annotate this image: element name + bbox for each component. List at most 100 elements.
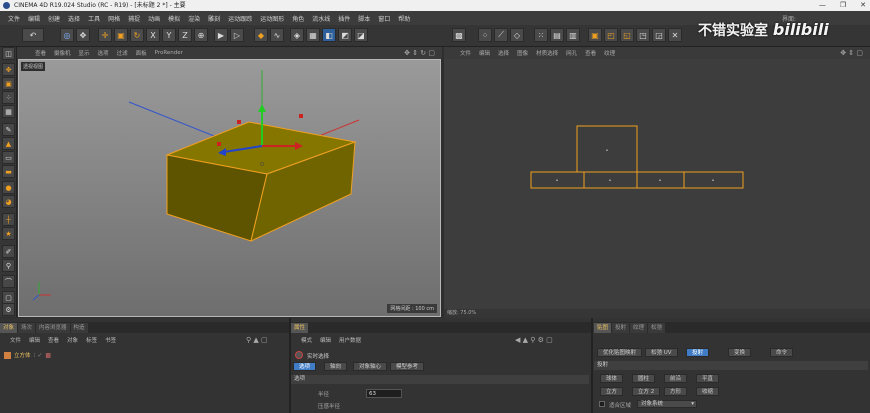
cubic2-projection-button[interactable]: 立方 2 xyxy=(632,387,661,396)
attributes-nav-icons[interactable]: ◀ ▲ ⚲ ⚙ ▢ xyxy=(515,336,553,344)
menu-sculpt[interactable]: 雕刻 xyxy=(204,14,224,23)
edges-mode-icon[interactable]: ⟋ xyxy=(494,28,508,42)
attributes-menu-edit[interactable]: 编辑 xyxy=(316,336,335,344)
menu-simulate[interactable]: 模拟 xyxy=(164,14,184,23)
tab-content-browser[interactable]: 内容浏览器 xyxy=(36,323,70,333)
array-icon[interactable]: ▦ xyxy=(306,28,320,42)
box-projection-button[interactable]: 方形 xyxy=(664,387,688,396)
viewport-menu-display[interactable]: 显示 xyxy=(75,49,94,57)
cube-create-icon[interactable]: ◆ xyxy=(254,28,268,42)
object-row-cube[interactable]: 立方体 ⁝ ✓ ▩ xyxy=(4,351,51,359)
drop-icon[interactable]: ● xyxy=(2,181,15,194)
magnet-icon[interactable]: ⚲ xyxy=(2,259,15,272)
polygon-mode-icon[interactable]: ◧ xyxy=(322,28,336,42)
tab-structure[interactable]: 构造 xyxy=(70,323,88,333)
undo-icon[interactable]: ↶ xyxy=(22,28,44,42)
texture-mode-icon[interactable]: ✥ xyxy=(2,63,15,76)
edit-points-icon[interactable]: ⁘ xyxy=(2,91,15,104)
menu-character[interactable]: 角色 xyxy=(288,14,308,23)
subtab-options[interactable]: 选项 xyxy=(293,362,317,371)
render-picture-viewer-icon[interactable]: ▷ xyxy=(230,28,244,42)
menu-tools[interactable]: 工具 xyxy=(84,14,104,23)
nurbs-icon[interactable]: ◈ xyxy=(290,28,304,42)
objects-menu-bookmarks[interactable]: 书签 xyxy=(101,336,120,344)
x-axis-icon[interactable]: X xyxy=(146,28,160,42)
checker-icon[interactable]: ▩ xyxy=(452,28,466,42)
uv-texture-icon[interactable]: ▥ xyxy=(566,28,580,42)
brush-icon[interactable]: ✎ xyxy=(2,123,15,136)
tab-uv-relax[interactable]: 松弛 xyxy=(648,323,666,333)
deformer-icon[interactable]: ◩ xyxy=(338,28,352,42)
coordinate-system-icon[interactable]: ⊕ xyxy=(194,28,208,42)
radius-field[interactable]: 63 xyxy=(366,389,402,398)
viewport-nav-icons[interactable]: ✥ ⇕ ↻ ▢ xyxy=(400,49,439,57)
eyedropper-icon[interactable]: ✐ xyxy=(2,245,15,258)
objects-menu-edit[interactable]: 编辑 xyxy=(25,336,44,344)
uv-menu-material-select[interactable]: 材质选择 xyxy=(532,49,562,57)
relax-uv-button[interactable]: 松弛 UV xyxy=(645,348,678,357)
y-axis-icon[interactable]: Y xyxy=(162,28,176,42)
maximize-button[interactable]: ❐ xyxy=(840,0,846,11)
menu-snap[interactable]: 捕捉 xyxy=(124,14,144,23)
viewport-menu-panel[interactable]: 面板 xyxy=(132,49,151,57)
z-axis-icon[interactable]: Z xyxy=(178,28,192,42)
uv-menu-edit[interactable]: 编辑 xyxy=(475,49,494,57)
star-icon[interactable]: ★ xyxy=(2,227,15,240)
tab-objects[interactable]: 对象 xyxy=(0,323,18,333)
transform-button[interactable]: 变换 xyxy=(728,348,752,357)
menu-window[interactable]: 窗口 xyxy=(374,14,394,23)
clone-icon[interactable]: ┼ xyxy=(2,213,15,226)
uv-menu-texture[interactable]: 纹理 xyxy=(600,49,619,57)
cylinder-projection-button[interactable]: 圆柱 xyxy=(632,374,656,383)
menu-pipeline[interactable]: 流水线 xyxy=(308,14,334,23)
object-name[interactable]: 立方体 xyxy=(14,351,31,359)
object-visibility-icon[interactable]: ⁝ ✓ xyxy=(34,352,43,359)
command-button[interactable]: 命令 xyxy=(770,348,794,357)
sphere-projection-button[interactable]: 球体 xyxy=(600,374,624,383)
edges-icon[interactable]: ▦ xyxy=(2,105,15,118)
model-mode-icon[interactable]: ▣ xyxy=(588,28,602,42)
move-tool-icon[interactable]: ✛ xyxy=(98,28,112,42)
objects-menu-view[interactable]: 查看 xyxy=(44,336,63,344)
smudge-icon[interactable]: ◕ xyxy=(2,195,15,208)
soft-selection-icon[interactable]: ⌒ xyxy=(2,275,15,288)
viewport-menu-prorender[interactable]: ProRender xyxy=(151,50,187,56)
minimize-button[interactable]: — xyxy=(819,0,826,11)
rotate-icon[interactable]: ↻ xyxy=(130,28,144,42)
scale-icon[interactable]: ▣ xyxy=(114,28,128,42)
settings-icon[interactable]: ⚙ xyxy=(2,303,15,316)
attributes-menu-user-data[interactable]: 用户数据 xyxy=(335,336,365,344)
shrink-projection-button[interactable]: 收缩 xyxy=(696,387,720,396)
subtab-object-axis[interactable]: 对象轴心 xyxy=(353,362,388,371)
uv-points-icon[interactable]: ⁙ xyxy=(534,28,548,42)
menu-select[interactable]: 选择 xyxy=(64,14,84,23)
render-view-icon[interactable]: ▶ xyxy=(214,28,228,42)
menu-motion-tracker[interactable]: 运动跟踪 xyxy=(224,14,256,23)
objects-menu-tags[interactable]: 标签 xyxy=(82,336,101,344)
menu-render[interactable]: 渲染 xyxy=(184,14,204,23)
object-system-dropdown[interactable]: 对象系统 ▾ xyxy=(637,400,697,408)
attributes-menu-mode[interactable]: 模式 xyxy=(297,336,316,344)
workplane-mode-icon[interactable]: ▣ xyxy=(2,77,15,90)
animation-mode-icon[interactable]: ◱ xyxy=(620,28,634,42)
menu-animate[interactable]: 动画 xyxy=(144,14,164,23)
workplane-icon[interactable]: ◳ xyxy=(636,28,650,42)
tab-takes[interactable]: 场次 xyxy=(18,323,36,333)
menu-plugins[interactable]: 插件 xyxy=(334,14,354,23)
viewport-menu-view[interactable]: 查看 xyxy=(31,49,50,57)
uv-menu-mesh[interactable]: 网孔 xyxy=(562,49,581,57)
uv-nav-icons[interactable]: ✥ ⇕ ▢ xyxy=(836,49,867,57)
environment-icon[interactable]: ◪ xyxy=(354,28,368,42)
fit-area-checkbox[interactable] xyxy=(599,401,605,407)
viewport-menu-options[interactable]: 选项 xyxy=(94,49,113,57)
make-editable-icon[interactable]: ◫ xyxy=(2,47,15,60)
perspective-viewport[interactable]: 透视视图 ⊙ 网格间距 : 100 cm xyxy=(18,59,441,317)
uv-editor-canvas[interactable]: • • • • • xyxy=(444,59,870,309)
objects-menu-objects[interactable]: 对象 xyxy=(63,336,82,344)
uv-menu-file[interactable]: 文件 xyxy=(456,49,475,57)
subtab-model-reference[interactable]: 模型参考 xyxy=(390,362,425,371)
tab-uv-projection[interactable]: 投射 xyxy=(612,323,630,333)
locked-workplane-icon[interactable]: ✕ xyxy=(668,28,682,42)
viewport-menu-camera[interactable]: 摄像机 xyxy=(50,49,75,57)
move-icon[interactable]: ✥ xyxy=(76,28,90,42)
